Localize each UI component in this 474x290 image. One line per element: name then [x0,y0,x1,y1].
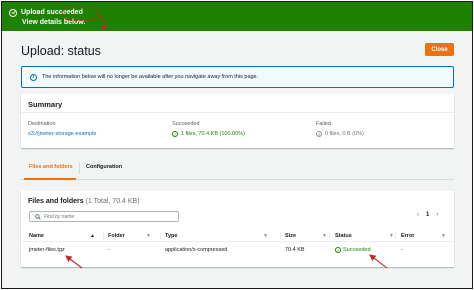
destination-link[interactable]: s3://jmeter-storage-example [28,131,96,137]
search-input[interactable] [44,213,174,220]
success-check-icon [9,8,17,17]
sort-caret-icon[interactable]: ▼ [263,233,268,239]
type-cell: application/x-compressed [165,247,228,253]
tab-files-and-folders[interactable]: Files and folders [29,164,73,170]
failed-label: Failed [316,121,331,127]
success-banner: Upload succeeded View details below. [2,2,472,31]
succeeded-label: Succeeded [172,121,200,127]
column-header-size[interactable]: Size ▼ [285,233,327,239]
sort-ascending-icon[interactable]: ▲ [90,233,95,239]
destination-label: Destination [28,121,56,127]
column-label: Type [165,233,178,239]
search-icon [35,213,41,220]
divider [21,112,454,113]
success-check-icon: ✓ [335,247,341,253]
column-header-status[interactable]: Status ▼ [335,233,394,239]
status-cell: ✓ Succeeded [335,247,371,253]
column-divider [103,232,104,239]
column-label: Size [285,233,297,239]
files-title: Files and folders (1 Total, 70.4 KB) [28,198,140,205]
error-cell: - [401,247,403,253]
size-cell: 70.4 KB [285,247,305,253]
info-alert: i The information below will no longer b… [21,66,454,88]
succeeded-column: Succeeded ✓ 1 files, 70.4 KB (100.00%) [172,121,245,137]
next-page-icon[interactable]: › [436,212,438,218]
failed-value: 0 files, 0 B (0%) [325,131,364,137]
tab-divider [79,162,80,174]
column-label: Name [29,233,44,239]
sort-caret-icon[interactable]: ▼ [322,233,327,239]
succeeded-value: 1 files, 70.4 KB (100.00%) [181,131,245,137]
info-icon: i [30,73,37,81]
success-check-icon: ✓ [172,131,178,137]
files-count: (1 Total, 70.4 KB) [85,198,140,205]
info-text: The information below will no longer be … [42,74,259,80]
search-box[interactable] [29,211,179,222]
previous-page-icon[interactable]: ‹ [417,212,419,218]
pagination: ‹ 1 › [417,212,438,218]
page-header: Upload: status Close [2,31,472,67]
sort-caret-icon[interactable]: ▼ [389,233,394,239]
failed-column: Failed ✕ 0 files, 0 B (0%) [316,121,364,137]
banner-subtitle: View details below. [22,19,86,26]
summary-panel: Summary Destination s3://jmeter-storage-… [21,94,454,148]
column-label: Folder [108,233,125,239]
tab-bar: Files and folders Configuration [21,158,454,180]
tab-configuration[interactable]: Configuration [86,164,122,170]
status-text: Succeeded [343,247,371,253]
column-header-error[interactable]: Error ▼ [401,233,446,239]
files-title-text: Files and folders [28,198,84,205]
page-title: Upload: status [21,44,101,58]
table-header: Name ▲ Folder ▼ Type ▼ Size ▼ Status ▼ E… [21,229,454,242]
column-label: Status [335,233,352,239]
sort-caret-icon[interactable]: ▼ [441,233,446,239]
column-header-type[interactable]: Type ▼ [165,233,268,239]
column-divider [160,232,161,239]
upload-status-page: Upload succeeded View details below. Upl… [1,1,473,289]
error-x-icon: ✕ [316,131,322,137]
column-label: Error [401,233,415,239]
column-header-folder[interactable]: Folder ▼ [108,233,151,239]
column-divider [395,232,396,239]
folder-cell: - [108,247,110,253]
column-header-name[interactable]: Name ▲ [29,233,95,239]
banner-title: Upload succeeded [21,9,83,16]
summary-title: Summary [28,100,63,109]
page-number[interactable]: 1 [426,212,429,218]
column-divider [280,232,281,239]
files-table-panel: Files and folders (1 Total, 70.4 KB) ‹ 1… [21,191,454,267]
close-button[interactable]: Close [425,43,454,56]
column-divider [329,232,330,239]
active-tab-indicator [24,178,76,180]
table-row: jmeter-files.tgz - application/x-compres… [21,243,454,256]
file-name-link[interactable]: jmeter-files.tgz [29,247,65,253]
sort-caret-icon[interactable]: ▼ [146,233,151,239]
destination-column: Destination s3://jmeter-storage-example [28,121,96,137]
